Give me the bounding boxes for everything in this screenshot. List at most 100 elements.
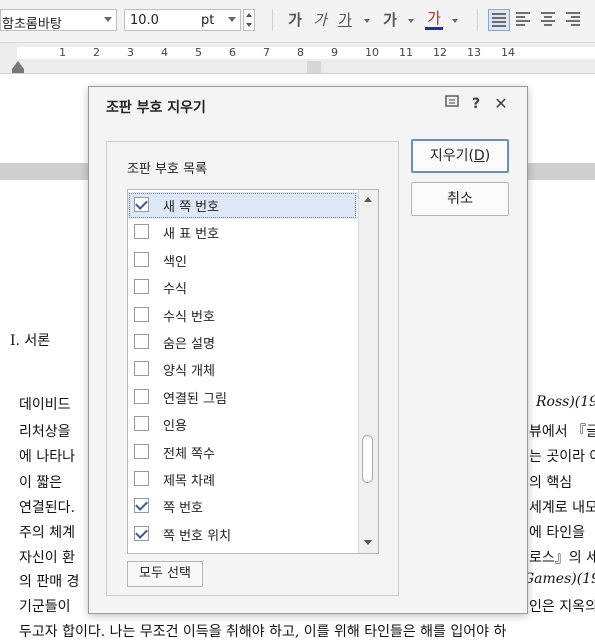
font-size-combo[interactable]: 10.0 pt xyxy=(124,9,241,31)
document-line: 두고자 합이다. 나는 무조건 이득을 취해야 하고, 이를 위해 타인들은 해… xyxy=(19,624,507,640)
checkbox[interactable] xyxy=(134,416,149,432)
markup-list-item[interactable]: 연결된 그림 xyxy=(128,384,357,411)
document-line-fragment: 뷰에서 『글 xyxy=(529,424,595,440)
checkbox[interactable] xyxy=(134,498,149,514)
left-margin-marker-icon[interactable] xyxy=(12,69,24,73)
font-size-spinner[interactable] xyxy=(243,9,255,31)
markup-item-label: 연결된 그림 xyxy=(163,391,227,407)
document-line: 의 판매 경 xyxy=(19,574,80,590)
align-right-button[interactable] xyxy=(563,9,585,31)
markup-item-label: 새 표 번호 xyxy=(163,227,220,243)
ruler-number: 12 xyxy=(433,46,447,59)
ruler-number: 11 xyxy=(399,46,413,59)
markup-item-label: 숨은 설명 xyxy=(163,337,215,352)
group-label: 조판 부호 목록 xyxy=(127,162,208,177)
markup-list-group: 조판 부호 목록 새 쪽 번호새 표 번호색인 수식수식 번호숨은 설명양식 개체… xyxy=(106,141,399,596)
align-justify-button[interactable] xyxy=(488,9,510,31)
checkbox[interactable] xyxy=(134,224,149,240)
font-size-value: 10.0 xyxy=(130,13,159,28)
markup-list-item[interactable]: 새 쪽 번호 xyxy=(128,192,357,219)
markup-item-label: 쪽 번호 위치 xyxy=(163,528,232,544)
close-icon[interactable]: ✕ xyxy=(492,95,510,113)
ruler-number: 2 xyxy=(93,46,100,59)
checkbox[interactable] xyxy=(134,334,149,349)
document-line-fragment: Games)(19 xyxy=(523,571,595,587)
ruler-number: 9 xyxy=(331,46,338,59)
document-line: 리처상을 xyxy=(19,424,71,440)
markup-list-item[interactable]: 쪽 번호 위치 xyxy=(128,521,357,548)
markup-item-label: 전체 쪽수 xyxy=(163,446,215,462)
ruler-number: 10 xyxy=(365,46,379,59)
strikethrough-button[interactable]: 가 xyxy=(381,9,399,31)
document-line-fragment: 로스』의 세 xyxy=(529,550,595,566)
markup-list-item[interactable]: 쪽 번호 xyxy=(128,493,357,520)
document-line-fragment: 세계로 내모 xyxy=(529,500,595,516)
delete-button[interactable]: 지우기(D) xyxy=(411,139,509,173)
help-icon[interactable]: ? xyxy=(467,95,485,113)
document-line: 기군들이 xyxy=(19,599,71,615)
font-color-dropdown-icon[interactable] xyxy=(452,19,458,23)
markup-item-label: 인용 xyxy=(163,419,187,435)
document-line: 에 나타나 xyxy=(19,449,75,465)
select-all-button[interactable]: 모두 선택 xyxy=(127,561,203,587)
bold-button[interactable]: 가 xyxy=(286,9,304,31)
spin-up-icon[interactable] xyxy=(246,13,252,17)
checkbox[interactable] xyxy=(134,471,149,486)
markup-list-item[interactable]: 인용 xyxy=(128,411,357,438)
checkbox[interactable] xyxy=(134,443,149,459)
markup-list-item[interactable]: 숨은 설명 xyxy=(128,329,357,356)
ruler-number: 6 xyxy=(229,46,236,59)
checkbox[interactable] xyxy=(134,361,149,377)
ruler-number: 4 xyxy=(161,46,168,59)
cancel-button[interactable]: 취소 xyxy=(411,182,509,216)
document-line-fragment: 인은 지옥의 xyxy=(529,599,595,615)
scroll-down-icon[interactable] xyxy=(360,534,377,552)
markup-listbox[interactable]: 새 쪽 번호새 표 번호색인 수식수식 번호숨은 설명양식 개체연결된 그림인용전… xyxy=(127,189,379,554)
document-line: 주의 체계 xyxy=(19,525,75,541)
list-scrollbar[interactable] xyxy=(358,190,378,553)
checkbox[interactable] xyxy=(134,279,149,295)
align-left-button[interactable] xyxy=(513,9,535,31)
underline-button[interactable]: 가 xyxy=(336,9,354,31)
markup-list-item[interactable]: 제목 차례 xyxy=(128,466,357,493)
font-name-combo[interactable]: 함초롬바탕 xyxy=(0,9,117,32)
markup-item-label: 새 쪽 번호 xyxy=(163,200,220,215)
chevron-down-icon[interactable] xyxy=(104,17,112,22)
chevron-down-icon[interactable] xyxy=(228,17,236,22)
checkbox[interactable] xyxy=(134,525,149,541)
checkbox[interactable] xyxy=(134,197,149,212)
delete-markup-dialog: 조판 부호 지우기 ? ✕ 조판 부호 목록 새 쪽 번호 새 표 번호 색인 수식 수… xyxy=(88,86,528,614)
help-panel-icon[interactable] xyxy=(443,95,461,113)
document-line-fragment: 는 곳이라 여 xyxy=(529,449,595,465)
font-color-button[interactable]: 가 xyxy=(425,9,443,30)
checkbox[interactable] xyxy=(134,251,149,267)
checkbox[interactable] xyxy=(134,388,149,404)
markup-list-item[interactable]: 양식 개체 xyxy=(128,356,357,383)
markup-list-item[interactable]: 수식 번호 xyxy=(128,302,357,329)
markup-list-item[interactable]: 수식 xyxy=(128,274,357,301)
markup-list-item[interactable]: 새 표 번호 xyxy=(128,219,357,246)
ruler-number: 8 xyxy=(297,46,304,59)
markup-list-item[interactable]: 전체 쪽수 xyxy=(128,439,357,466)
horizontal-ruler[interactable]: 1 2 3 4 5 6 7 8 9 10 11 12 13 14 xyxy=(0,43,595,74)
toolbar-separator xyxy=(272,9,273,31)
checkbox[interactable] xyxy=(134,306,149,322)
document-line-fragment: Ross)(19 xyxy=(536,394,595,410)
align-justify-icon xyxy=(492,13,506,27)
markup-list-item[interactable]: 색인 xyxy=(128,247,357,274)
italic-button[interactable]: 가 xyxy=(311,9,329,31)
strikethrough-dropdown-icon[interactable] xyxy=(408,19,414,23)
scrollbar-thumb[interactable] xyxy=(362,435,373,483)
indent-marker-icon[interactable] xyxy=(12,61,24,69)
font-unit-label: pt xyxy=(201,13,215,28)
spin-down-icon[interactable] xyxy=(246,23,252,27)
toolbar-separator xyxy=(477,9,478,31)
markup-item-label: 수식 번호 xyxy=(163,309,215,325)
document-line-fragment: 의 핵심 xyxy=(529,475,573,491)
underline-dropdown-icon[interactable] xyxy=(364,19,370,23)
font-name-value: 함초롬바탕 xyxy=(2,17,62,32)
document-line-fragment: 에 타인을 xyxy=(529,525,585,541)
align-center-button[interactable] xyxy=(538,9,560,31)
document-line: 데이비드 xyxy=(19,397,71,413)
scroll-up-icon[interactable] xyxy=(360,191,377,209)
